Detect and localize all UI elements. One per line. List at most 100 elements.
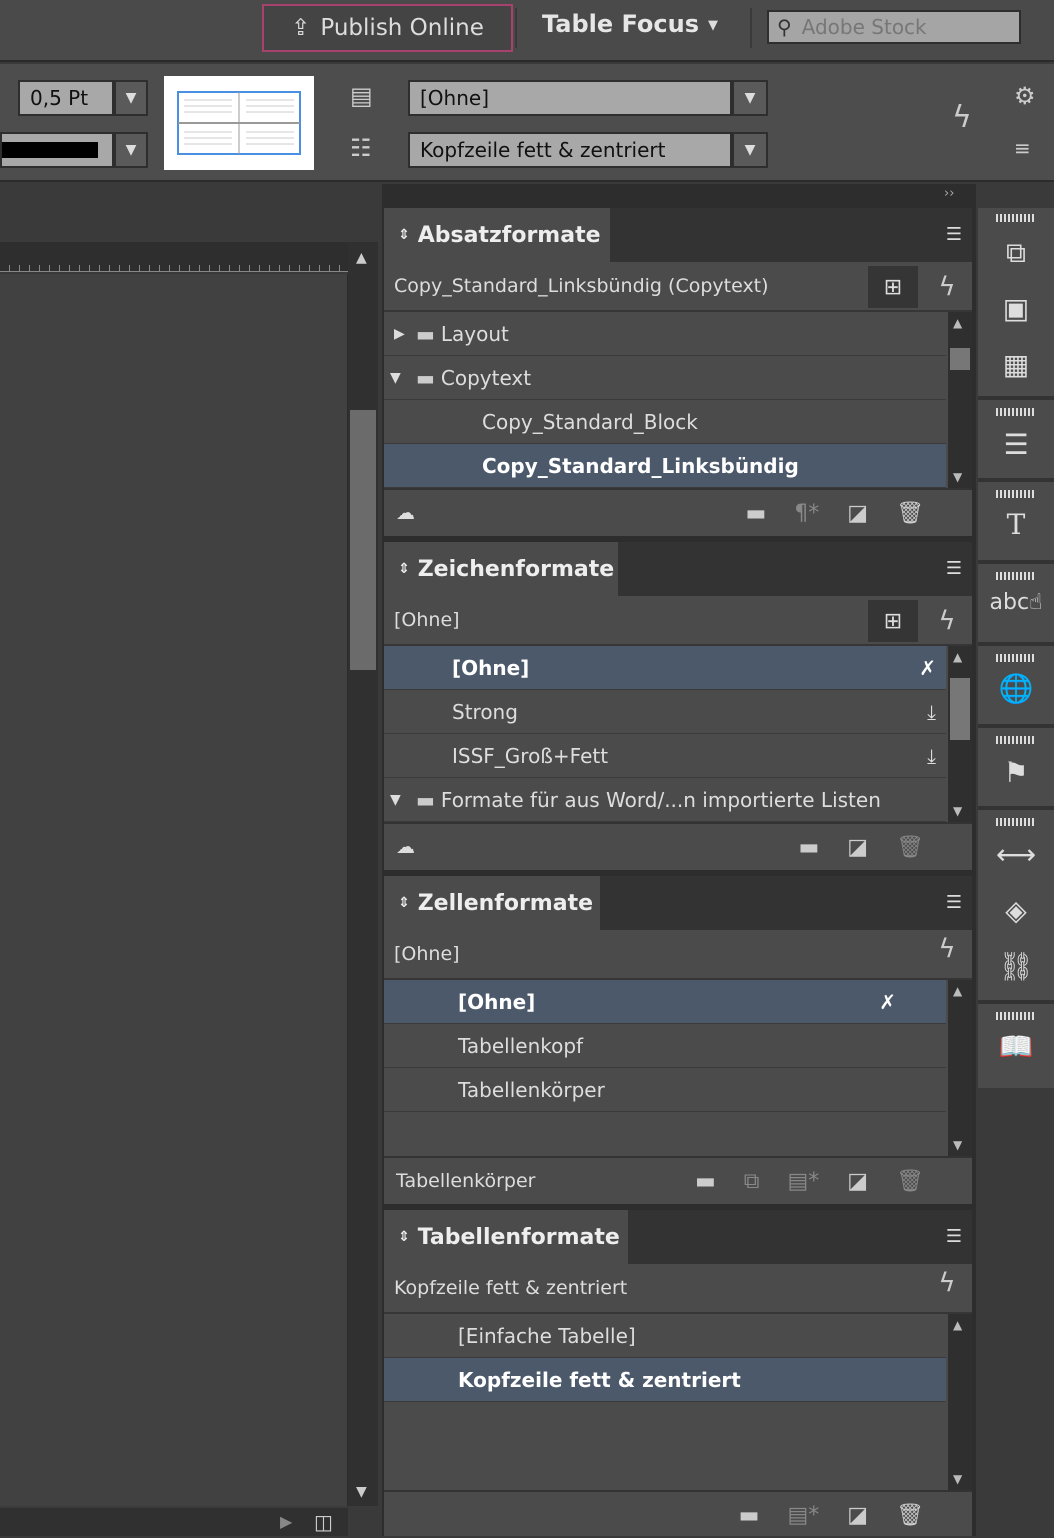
interactive-page-icon[interactable]: ⟷ [978,838,1054,871]
panel-tab-zellenformate[interactable]: ⇕ Zellenformate [384,876,600,930]
trash-icon[interactable]: 🗑 [896,501,924,526]
stroke-color-field[interactable] [0,132,114,168]
list-item[interactable]: ▼ ▬ Formate für aus Word/...n importierte … [384,778,946,822]
stroke-color-dropdown[interactable]: ▼ [114,132,148,168]
play-icon[interactable]: ▶ [280,1512,292,1531]
divider [978,478,1054,482]
grip-icon[interactable] [996,654,1036,662]
panel-tab-tabellenformate[interactable]: ⇕ Tabellenformate [384,1210,628,1264]
cc-libraries-icon[interactable]: ☁ [396,836,415,858]
list-scrollbar[interactable]: ▲ ▼ [948,312,972,488]
list-item[interactable]: ▶ ▬ Layout [384,312,946,356]
expand-dock-icon[interactable]: ›› [944,186,954,201]
cell-style-select[interactable]: [Ohne] [408,80,732,116]
convert-icon[interactable]: ⧉ [744,1169,760,1194]
list-item[interactable]: ISSF_Groß+Fett ⤓ [384,734,946,778]
horizontal-ruler[interactable] [0,242,348,272]
new-style-icon[interactable]: ◪ [847,501,868,526]
trash-icon[interactable]: 🗑 [896,1169,924,1194]
panel-menu-icon[interactable]: ☰ [946,1226,962,1247]
quick-apply-icon[interactable]: ϟ [932,272,962,302]
book-icon[interactable]: 📖 [978,1030,1054,1063]
chevron-down-icon[interactable]: ▼ [708,18,718,33]
grip-icon[interactable] [996,572,1036,580]
collapse-triangle-icon[interactable]: ▼ [384,370,416,386]
list-scrollbar[interactable]: ▲ ▼ [948,1314,972,1490]
clear-overrides-icon[interactable]: ▤* [787,1503,819,1528]
scroll-down-icon[interactable]: ▼ [356,1484,367,1500]
panel-tab-zeichenformate[interactable]: ⇕ Zeichenformate [384,542,618,596]
stroke-weight-field[interactable]: 0,5 Pt [18,80,114,116]
item-label: Kopfzeile fett & zentriert [458,1367,741,1392]
character-styles-icon[interactable]: T [978,508,1054,541]
list-scrollbar[interactable]: ▲ ▼ [948,980,972,1156]
split-view-icon[interactable]: ◫ [314,1510,333,1534]
menu-icon[interactable]: ≡ [1014,136,1031,160]
grip-icon[interactable] [996,1012,1036,1020]
list-item[interactable]: ▼ ▬ Copytext [384,356,946,400]
publish-online-button[interactable]: ⇪ Publish Online [262,4,513,52]
links-icon[interactable]: ⛓ [978,950,1054,983]
trash-icon[interactable]: 🗑 [896,1503,924,1528]
new-group-icon[interactable]: ▬ [695,1169,716,1194]
hyperlinks-globe-icon[interactable]: 🌐 [978,672,1054,705]
new-style-icon[interactable]: ◪ [847,1503,868,1528]
paragraph-styles-icon[interactable]: ☰ [978,428,1054,461]
expand-triangle-icon[interactable]: ▶ [384,326,416,342]
list-item-selected[interactable]: [Ohne] ✗ [384,980,946,1024]
list-scrollbar[interactable]: ▲ ▼ [948,646,972,822]
workspace-switcher[interactable]: Table Focus [542,10,699,38]
layers-icon[interactable]: ◈ [978,894,1054,927]
panel-menu-icon[interactable]: ☰ [946,892,962,913]
panel-menu-icon[interactable]: ☰ [946,224,962,245]
list-item[interactable]: Tabellenkörper [384,1068,946,1112]
cc-libraries-icon[interactable]: ☁ [396,502,415,524]
scrollbar-thumb[interactable] [350,410,376,670]
item-label: ISSF_Groß+Fett [452,743,609,768]
grip-icon[interactable] [996,214,1036,222]
panel-menu-icon[interactable]: ☰ [946,558,962,579]
text-wrap-icon[interactable]: ▣ [978,292,1054,325]
stroke-weight-dropdown[interactable]: ▼ [114,80,148,116]
gear-icon[interactable]: ⚙ [1014,82,1036,110]
list-item-selected[interactable]: [Ohne] ✗ [384,646,946,690]
table-icon[interactable]: ▦ [978,348,1054,381]
new-group-icon[interactable]: ▬ [798,835,819,860]
list-item[interactable]: Tabellenkopf [384,1024,946,1068]
table-border-proxy[interactable] [164,76,314,170]
pasteboard[interactable] [0,274,348,1506]
table-style-select[interactable]: Kopfzeile fett & zentriert [408,132,732,168]
new-style-icon[interactable]: ◪ [847,1169,868,1194]
quick-apply-icon[interactable]: ϟ [932,606,962,636]
grip-icon[interactable] [996,736,1036,744]
collapse-triangle-icon[interactable]: ▼ [384,792,416,808]
scroll-up-icon[interactable]: ▲ [356,250,367,266]
clear-overrides-icon[interactable]: ¶* [794,501,819,526]
clear-overrides-icon[interactable]: ▤* [787,1169,819,1194]
horizontal-scrollbar[interactable] [0,1508,348,1536]
new-group-icon[interactable]: ▬ [745,501,766,526]
new-group-icon[interactable]: ▬ [739,1503,760,1528]
panel-tab-absatzformate[interactable]: ⇕ Absatzformate [384,208,610,262]
grip-icon[interactable] [996,490,1036,498]
trash-icon[interactable]: 🗑 [896,835,924,860]
quick-apply-icon[interactable]: ϟ [952,100,972,135]
quick-apply-icon[interactable]: ϟ [932,1268,962,1298]
list-item-selected[interactable]: Kopfzeile fett & zentriert [384,1358,946,1402]
add-to-quick-apply-icon[interactable]: ⊞ [868,266,918,308]
table-style-dropdown[interactable]: ▼ [732,132,768,168]
add-to-quick-apply-icon[interactable]: ⊞ [868,600,918,642]
list-item[interactable]: Copy_Standard_Block [384,400,946,444]
adobe-stock-search[interactable]: ⚲ Adobe Stock [767,10,1021,44]
list-item-selected[interactable]: Copy_Standard_Linksbündig [384,444,946,488]
pages-icon[interactable]: ⧉ [978,236,1054,270]
quick-apply-icon[interactable]: ϟ [932,934,962,964]
list-item[interactable]: Strong ⤓ [384,690,946,734]
grip-icon[interactable] [996,818,1036,826]
new-style-icon[interactable]: ◪ [847,835,868,860]
list-item[interactable]: [Einfache Tabelle] [384,1314,946,1358]
grip-icon[interactable] [996,408,1036,416]
cell-style-dropdown[interactable]: ▼ [732,80,768,116]
bookmark-icon[interactable]: ⚑ [978,756,1054,789]
spellcheck-icon[interactable]: abc☝ [978,590,1054,615]
